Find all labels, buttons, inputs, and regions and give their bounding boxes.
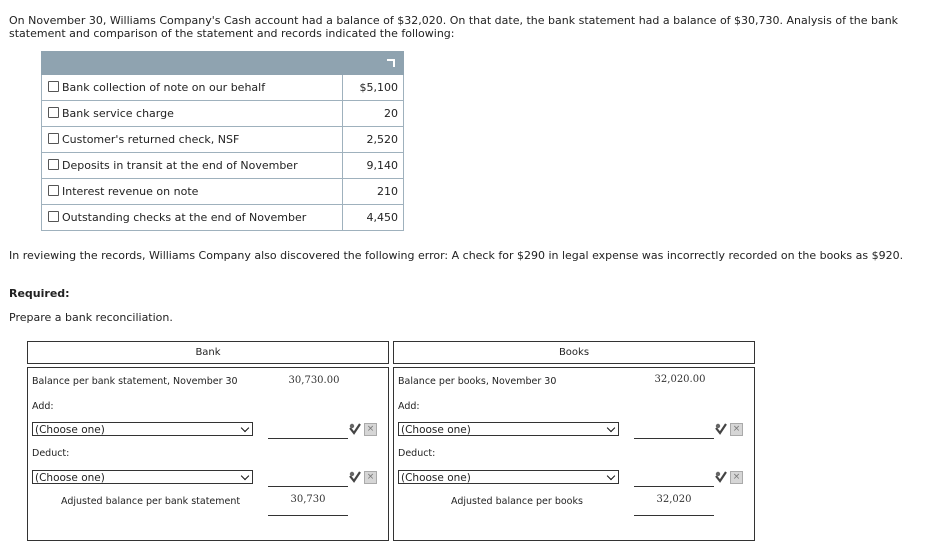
- books-balance-label: Balance per books, November 30: [398, 376, 557, 387]
- table-row: Bank collection of note on our behalf $5…: [41, 74, 404, 101]
- item-checkbox[interactable]: [48, 159, 59, 170]
- item-label: Customer's returned check, NSF: [62, 133, 240, 146]
- books-adjusted-underline: [634, 515, 714, 516]
- check-icon[interactable]: [348, 470, 362, 484]
- bank-panel: Bank Balance per bank statement, Novembe…: [27, 341, 389, 541]
- bank-add-amount-line: [268, 438, 348, 439]
- bank-add-select-value: (Choose one): [35, 424, 105, 436]
- item-amount: $5,100: [342, 74, 404, 101]
- chevron-down-icon: [606, 471, 616, 481]
- bank-deduct-select[interactable]: (Choose one): [32, 470, 253, 484]
- bank-balance-label: Balance per bank statement, November 30: [32, 376, 238, 387]
- item-label: Bank collection of note on our behalf: [62, 81, 266, 94]
- item-amount: 210: [342, 178, 404, 205]
- bank-add-label: Add:: [32, 401, 54, 412]
- books-adjusted-value: 32,020: [656, 494, 692, 505]
- check-icon[interactable]: [348, 422, 362, 436]
- check-icon[interactable]: [714, 470, 728, 484]
- books-add-amount-line: [634, 438, 714, 439]
- books-deduct-select[interactable]: (Choose one): [398, 470, 619, 484]
- intro-text: On November 30, Williams Company's Cash …: [9, 14, 899, 40]
- table-row: Bank service charge 20: [41, 100, 404, 127]
- bank-deduct-amount-line: [268, 486, 348, 487]
- corner-icon: [387, 59, 395, 67]
- bank-add-icons: ×: [348, 422, 380, 436]
- close-icon[interactable]: ×: [364, 423, 377, 436]
- item-amount: 4,450: [342, 204, 404, 231]
- error-text: In reviewing the records, Williams Compa…: [9, 249, 904, 262]
- bank-deduct-label: Deduct:: [32, 448, 70, 459]
- books-deduct-amount-line: [634, 486, 714, 487]
- bank-deduct-select-value: (Choose one): [35, 472, 105, 484]
- items-header: [41, 51, 404, 75]
- books-add-label: Add:: [398, 401, 420, 412]
- close-icon[interactable]: ×: [364, 471, 377, 484]
- items-table: Bank collection of note on our behalf $5…: [41, 51, 404, 231]
- books-add-select[interactable]: (Choose one): [398, 422, 619, 436]
- books-panel: Books Balance per books, November 30 32,…: [393, 341, 755, 541]
- close-icon[interactable]: ×: [730, 471, 743, 484]
- required-text: Prepare a bank reconciliation.: [9, 311, 173, 324]
- item-checkbox[interactable]: [48, 211, 59, 222]
- table-row: Customer's returned check, NSF 2,520: [41, 126, 404, 153]
- item-label: Interest revenue on note: [62, 185, 199, 198]
- chevron-down-icon: [240, 423, 250, 433]
- item-checkbox[interactable]: [48, 107, 59, 118]
- bank-deduct-icons: ×: [348, 470, 380, 484]
- item-amount: 20: [342, 100, 404, 127]
- required-heading: Required:: [9, 287, 70, 300]
- books-balance-value: 32,020.00: [654, 374, 706, 385]
- books-deduct-select-value: (Choose one): [401, 472, 471, 484]
- item-checkbox[interactable]: [48, 185, 59, 196]
- bank-title: Bank: [27, 341, 389, 364]
- books-deduct-icons: ×: [714, 470, 746, 484]
- chevron-down-icon: [240, 471, 250, 481]
- item-label: Deposits in transit at the end of Novemb…: [62, 159, 298, 172]
- item-checkbox[interactable]: [48, 133, 59, 144]
- books-add-select-value: (Choose one): [401, 424, 471, 436]
- books-deduct-label: Deduct:: [398, 448, 436, 459]
- check-icon[interactable]: [714, 422, 728, 436]
- bank-balance-value: 30,730.00: [288, 375, 340, 386]
- books-title: Books: [393, 341, 755, 364]
- bank-adjusted-label: Adjusted balance per bank statement: [61, 496, 241, 507]
- item-checkbox[interactable]: [48, 81, 59, 92]
- table-row: Outstanding checks at the end of Novembe…: [41, 204, 404, 231]
- item-amount: 2,520: [342, 126, 404, 153]
- books-adjusted-label: Adjusted balance per books: [451, 496, 583, 507]
- item-amount: 9,140: [342, 152, 404, 179]
- books-add-icons: ×: [714, 422, 746, 436]
- item-label: Bank service charge: [62, 107, 174, 120]
- chevron-down-icon: [606, 423, 616, 433]
- bank-body: Balance per bank statement, November 30 …: [27, 367, 389, 541]
- table-row: Deposits in transit at the end of Novemb…: [41, 152, 404, 179]
- close-icon[interactable]: ×: [730, 423, 743, 436]
- table-row: Interest revenue on note 210: [41, 178, 404, 205]
- bank-adjusted-underline: [268, 515, 348, 516]
- item-label: Outstanding checks at the end of Novembe…: [62, 211, 307, 224]
- bank-adjusted-value: 30,730: [290, 494, 326, 505]
- books-body: Balance per books, November 30 32,020.00…: [393, 367, 755, 541]
- bank-add-select[interactable]: (Choose one): [32, 422, 253, 436]
